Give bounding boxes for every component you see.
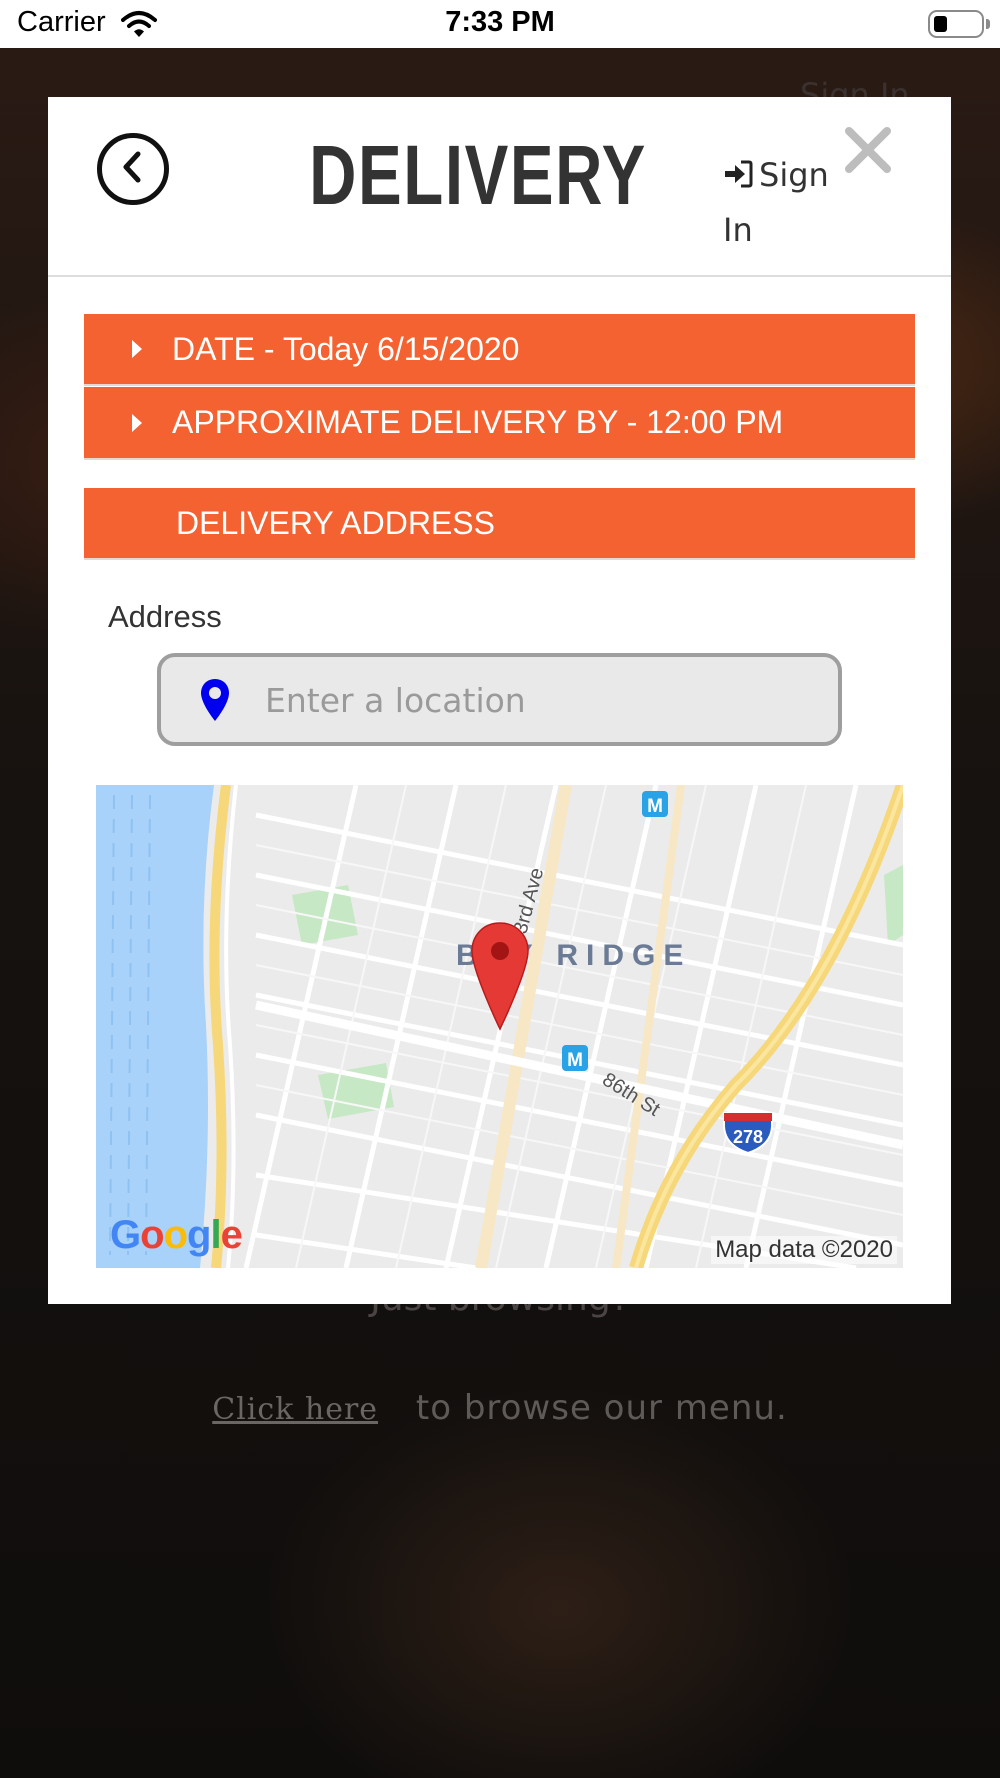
map-attribution: Map data ©2020 bbox=[711, 1236, 897, 1264]
delivery-address-label: DELIVERY ADDRESS bbox=[176, 504, 495, 541]
svg-text:M: M bbox=[567, 1050, 583, 1071]
map-canvas: 3rd Ave 86th St BAY RIDGE M M 278 bbox=[96, 785, 903, 1268]
close-button[interactable] bbox=[843, 125, 901, 183]
delivery-address-header: DELIVERY ADDRESS bbox=[84, 488, 915, 560]
battery-icon bbox=[928, 10, 984, 38]
map-pin-icon bbox=[199, 677, 231, 729]
browse-menu-link[interactable]: Click here bbox=[212, 1392, 378, 1427]
location-input[interactable] bbox=[265, 667, 825, 733]
delivery-time-selector[interactable]: APPROXIMATE DELIVERY BY - 12:00 PM bbox=[84, 387, 915, 460]
browse-menu-text: to browse our menu. bbox=[415, 1388, 788, 1428]
address-field-label: Address bbox=[108, 599, 222, 634]
subway-icon: M bbox=[562, 1045, 588, 1071]
date-selector[interactable]: DATE - Today 6/15/2020 bbox=[84, 314, 915, 386]
subway-icon: M bbox=[642, 791, 668, 817]
page-title: DELIVERY bbox=[309, 128, 647, 222]
delivery-time-label: APPROXIMATE DELIVERY BY - 12:00 PM bbox=[172, 404, 784, 440]
caret-right-icon bbox=[132, 413, 142, 432]
back-button[interactable] bbox=[97, 133, 169, 205]
sign-in-button[interactable]: Sign In bbox=[723, 149, 833, 257]
svg-text:M: M bbox=[647, 796, 663, 817]
header-divider bbox=[48, 275, 951, 277]
delivery-modal: DELIVERY Sign In DATE - Today 6/15/2020 … bbox=[48, 97, 951, 1304]
background-browse-row: Click here to browse our menu. bbox=[0, 1388, 1000, 1428]
status-bar: Carrier 7:33 PM bbox=[0, 0, 1000, 48]
location-field[interactable] bbox=[157, 653, 842, 746]
battery-cap bbox=[986, 19, 990, 29]
delivery-map[interactable]: 3rd Ave 86th St BAY RIDGE M M 278 Google… bbox=[96, 785, 903, 1268]
clock: 7:33 PM bbox=[445, 6, 555, 38]
sign-in-icon bbox=[723, 151, 753, 204]
google-logo: Google bbox=[110, 1213, 243, 1257]
svg-text:278: 278 bbox=[733, 1127, 763, 1147]
close-icon bbox=[843, 127, 893, 179]
caret-right-icon bbox=[132, 340, 142, 358]
date-label: DATE - Today 6/15/2020 bbox=[172, 330, 520, 367]
chevron-left-icon bbox=[118, 150, 148, 188]
